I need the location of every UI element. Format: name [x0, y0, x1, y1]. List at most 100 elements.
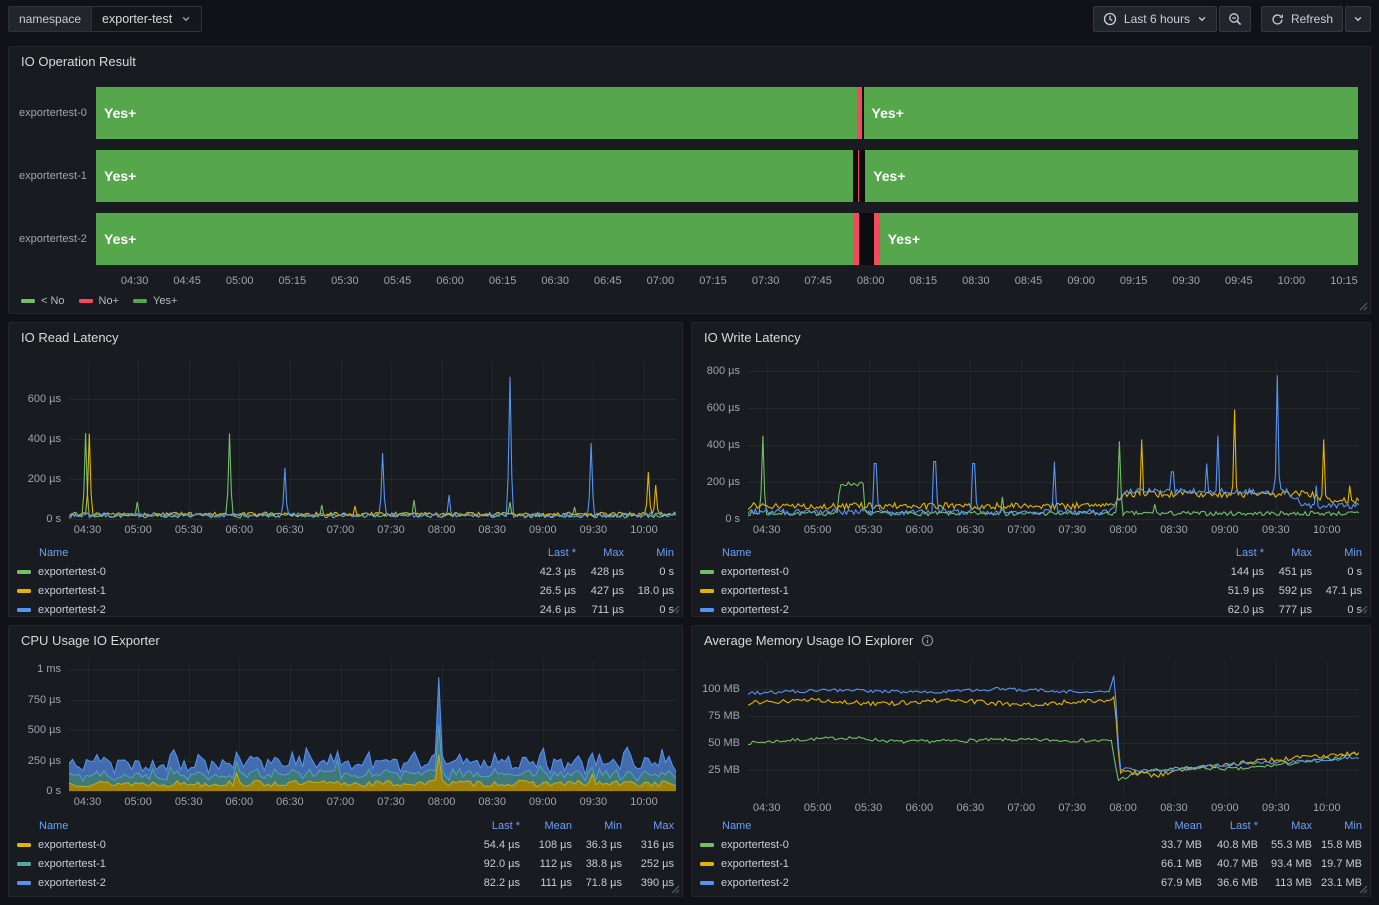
legend-value: 82.2 µs	[464, 877, 520, 889]
memory-usage-plot[interactable]	[748, 662, 1359, 797]
legend-col-name[interactable]: Name	[17, 820, 464, 832]
state-segment-yes[interactable]: Yes+	[96, 213, 854, 265]
legend-item[interactable]: Yes+	[133, 295, 177, 307]
panel-title[interactable]: CPU Usage IO Exporter	[21, 633, 160, 648]
legend-swatch	[700, 608, 714, 612]
state-segment-yes[interactable]: Yes+	[96, 87, 857, 139]
panel-title[interactable]: IO Operation Result	[21, 54, 136, 69]
variable-value: exporter-test	[102, 12, 172, 26]
y-axis-label: 0 s	[692, 513, 740, 525]
state-segment-yes[interactable]: Yes+	[864, 87, 1359, 139]
y-axis-label: 50 MB	[692, 737, 740, 749]
state-segment-gap[interactable]	[859, 213, 874, 265]
legend-series-name[interactable]: exportertest-2	[17, 604, 512, 616]
legend-col-last[interactable]: Last *	[464, 820, 520, 832]
legend-swatch	[700, 843, 714, 847]
state-segment-yes[interactable]: Yes+	[865, 150, 1358, 202]
x-axis-label: 07:30	[1050, 524, 1094, 536]
panel-resize-handle[interactable]	[670, 604, 680, 614]
x-axis-label: 10:00	[1269, 275, 1313, 287]
legend-value: 252 µs	[622, 858, 674, 870]
legend-col-last[interactable]: Last *	[512, 547, 576, 559]
legend-col-min[interactable]: Min	[1312, 547, 1362, 559]
x-axis-label: 08:30	[954, 275, 998, 287]
legend-col-min[interactable]: Min	[572, 820, 622, 832]
series-label: exportertest-1	[38, 858, 106, 870]
x-axis-label: 07:15	[691, 275, 735, 287]
x-axis-label: 06:30	[948, 802, 992, 814]
legend-col-max[interactable]: Max	[622, 820, 674, 832]
legend-col-mean[interactable]: Mean	[520, 820, 572, 832]
legend-item[interactable]: < No	[21, 295, 65, 307]
info-icon[interactable]	[921, 634, 934, 647]
y-axis-label: 25 MB	[692, 764, 740, 776]
legend-series-name[interactable]: exportertest-0	[17, 839, 464, 851]
legend-col-last[interactable]: Last *	[1202, 820, 1258, 832]
panel-io-operation-result: IO Operation Result exportertest-0Yes+Ye…	[8, 46, 1371, 314]
cpu-usage-plot[interactable]	[69, 660, 676, 791]
namespace-variable-select[interactable]: exporter-test	[91, 6, 202, 32]
legend-value: 451 µs	[1264, 566, 1312, 578]
y-axis-label: 0 s	[9, 785, 61, 797]
legend-col-min[interactable]: Min	[624, 547, 674, 559]
legend-series-name[interactable]: exportertest-0	[700, 566, 1200, 578]
panel-resize-handle[interactable]	[1358, 604, 1368, 614]
refresh-button[interactable]: Refresh	[1261, 6, 1343, 32]
legend-col-max[interactable]: Max	[576, 547, 624, 559]
legend-col-last[interactable]: Last *	[1200, 547, 1264, 559]
legend-swatch	[17, 570, 31, 574]
legend-col-name[interactable]: Name	[700, 547, 1200, 559]
y-axis-label: 400 µs	[692, 439, 740, 451]
x-axis-label: 06:00	[897, 802, 941, 814]
legend-value: 36.6 MB	[1202, 877, 1258, 889]
legend-series-name[interactable]: exportertest-2	[700, 877, 1144, 889]
legend-value: 47.1 µs	[1312, 585, 1362, 597]
legend-series-name[interactable]: exportertest-1	[17, 585, 512, 597]
refresh-interval-dropdown[interactable]	[1345, 6, 1371, 32]
legend-header: NameMeanLast *MaxMin	[700, 816, 1362, 835]
legend-value: 42.3 µs	[512, 566, 576, 578]
panel-resize-handle[interactable]	[670, 884, 680, 894]
series-line-exportertest-1	[69, 434, 676, 517]
legend-col-max[interactable]: Max	[1264, 547, 1312, 559]
legend-value: 62.0 µs	[1200, 604, 1264, 616]
legend-value: 92.0 µs	[464, 858, 520, 870]
x-axis-label: 06:00	[428, 275, 472, 287]
panel-resize-handle[interactable]	[1358, 301, 1368, 311]
legend-series-name[interactable]: exportertest-1	[700, 585, 1200, 597]
legend-series-name[interactable]: exportertest-0	[700, 839, 1144, 851]
y-axis-label: 200 µs	[9, 473, 61, 485]
series-line-exportertest-2	[69, 677, 676, 775]
state-segment-yes[interactable]: Yes+	[880, 213, 1358, 265]
legend-value: 26.5 µs	[512, 585, 576, 597]
state-segment-yes[interactable]: Yes+	[96, 150, 853, 202]
panel-resize-handle[interactable]	[1358, 884, 1368, 894]
legend-series-name[interactable]: exportertest-1	[17, 858, 464, 870]
legend-series-name[interactable]: exportertest-2	[700, 604, 1200, 616]
legend-col-max[interactable]: Max	[1258, 820, 1312, 832]
io-write-latency-plot[interactable]	[748, 361, 1359, 519]
zoom-out-button[interactable]	[1219, 6, 1251, 32]
legend-value: 67.9 MB	[1144, 877, 1202, 889]
legend-value: 777 µs	[1264, 604, 1312, 616]
legend-col-name[interactable]: Name	[17, 547, 512, 559]
legend-col-min[interactable]: Min	[1312, 820, 1362, 832]
legend-item[interactable]: No+	[79, 295, 120, 307]
panel-title[interactable]: Average Memory Usage IO Explorer	[704, 633, 913, 648]
io-read-latency-plot[interactable]	[69, 361, 676, 519]
time-range-picker[interactable]: Last 6 hours	[1093, 6, 1217, 32]
legend-series-name[interactable]: exportertest-0	[17, 566, 512, 578]
x-axis-label: 10:00	[1305, 802, 1349, 814]
legend-col-mean[interactable]: Mean	[1144, 820, 1202, 832]
timeline-legend: < No No+ Yes+	[21, 295, 177, 307]
legend-table: NameLast *MaxMinexportertest-0144 µs451 …	[700, 543, 1362, 617]
y-axis-label: 600 µs	[692, 402, 740, 414]
legend-col-name[interactable]: Name	[700, 820, 1144, 832]
series-line-exportertest-0	[748, 737, 1359, 781]
legend-series-name[interactable]: exportertest-2	[17, 877, 464, 889]
legend-value: 112 µs	[520, 858, 572, 870]
panel-title[interactable]: IO Write Latency	[704, 330, 801, 345]
legend-series-name[interactable]: exportertest-1	[700, 858, 1144, 870]
panel-title[interactable]: IO Read Latency	[21, 330, 119, 345]
state-label: Yes+	[96, 87, 857, 139]
